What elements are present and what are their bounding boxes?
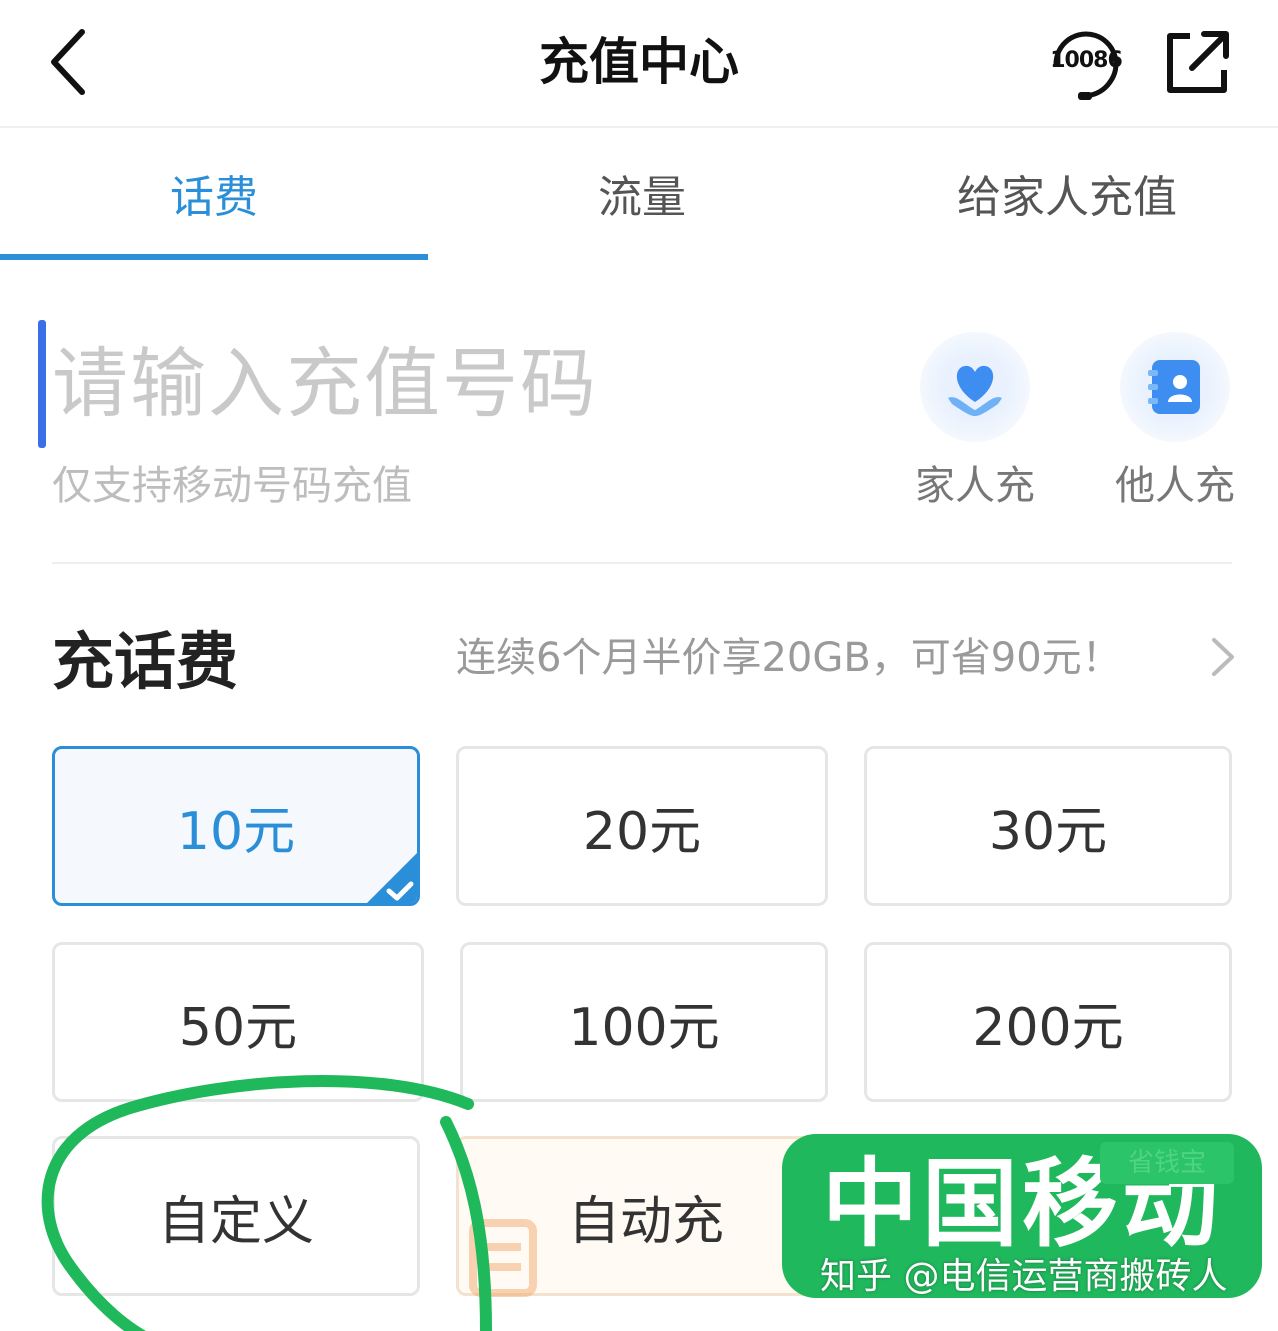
phone-number-input[interactable]: 请输入充值号码: [52, 334, 598, 434]
amount-option-10[interactable]: 10元: [52, 746, 420, 906]
amount-label: 50元: [178, 997, 298, 1058]
amount-option-100[interactable]: 100元: [460, 942, 828, 1102]
savings-icon: [469, 1219, 537, 1297]
contacts-icon-bg: [1120, 332, 1230, 442]
amount-label: 10元: [176, 801, 296, 862]
auto-recharge-option[interactable]: 自动充: [456, 1136, 836, 1297]
recharge-tabs: 话费 流量 给家人充值: [0, 130, 1278, 264]
amount-option-200[interactable]: 200元: [864, 942, 1232, 1102]
phone-input-hint: 仅支持移动号码充值: [52, 463, 412, 509]
others-recharge-button[interactable]: 他人充: [1100, 332, 1240, 522]
amount-option-20[interactable]: 20元: [456, 746, 828, 906]
amount-label: 自定义: [157, 1191, 314, 1252]
tab-phone-bill[interactable]: 话费: [0, 168, 428, 228]
amount-label: 自动充: [567, 1191, 724, 1252]
amount-option-custom[interactable]: 自定义: [52, 1136, 420, 1296]
family-recharge-button[interactable]: 家人充: [900, 332, 1040, 522]
tab-data[interactable]: 流量: [428, 168, 856, 228]
contacts-book-icon: [1148, 360, 1200, 414]
phone-input-section: 请输入充值号码 仅支持移动号码充值 家人充 他人充: [0, 264, 1278, 564]
share-icon[interactable]: [1160, 26, 1234, 100]
amount-label: 30元: [988, 801, 1108, 862]
amount-option-50[interactable]: 50元: [52, 942, 424, 1102]
section-divider: [52, 562, 1232, 564]
family-heart-icon: [948, 365, 1002, 416]
amount-label: 100元: [568, 997, 720, 1058]
family-icon-bg: [920, 332, 1030, 442]
tab-family-recharge[interactable]: 给家人充值: [856, 168, 1278, 228]
selected-check-icon: [367, 853, 417, 903]
others-recharge-label: 他人充: [1115, 463, 1235, 509]
customer-service-icon[interactable]: 10086: [1046, 24, 1126, 104]
promo-banner-link[interactable]: 连续6个月半价享20GB，可省90元！: [456, 630, 1122, 686]
top-nav-bar: 充值中心 10086: [0, 0, 1278, 128]
chevron-right-icon[interactable]: [1204, 636, 1238, 678]
amount-label: 20元: [582, 801, 702, 862]
watermark-caption: 知乎 @电信运营商搬砖人: [820, 1256, 1228, 1297]
active-tab-indicator: [0, 254, 428, 260]
text-cursor: [38, 320, 46, 448]
hotline-number: 10086: [1050, 48, 1123, 73]
section-title: 充话费: [52, 625, 239, 698]
amount-option-30[interactable]: 30元: [864, 746, 1232, 906]
family-recharge-label: 家人充: [915, 463, 1035, 509]
amount-label: 200元: [972, 997, 1124, 1058]
savings-tag: 省钱宝: [1100, 1142, 1234, 1184]
